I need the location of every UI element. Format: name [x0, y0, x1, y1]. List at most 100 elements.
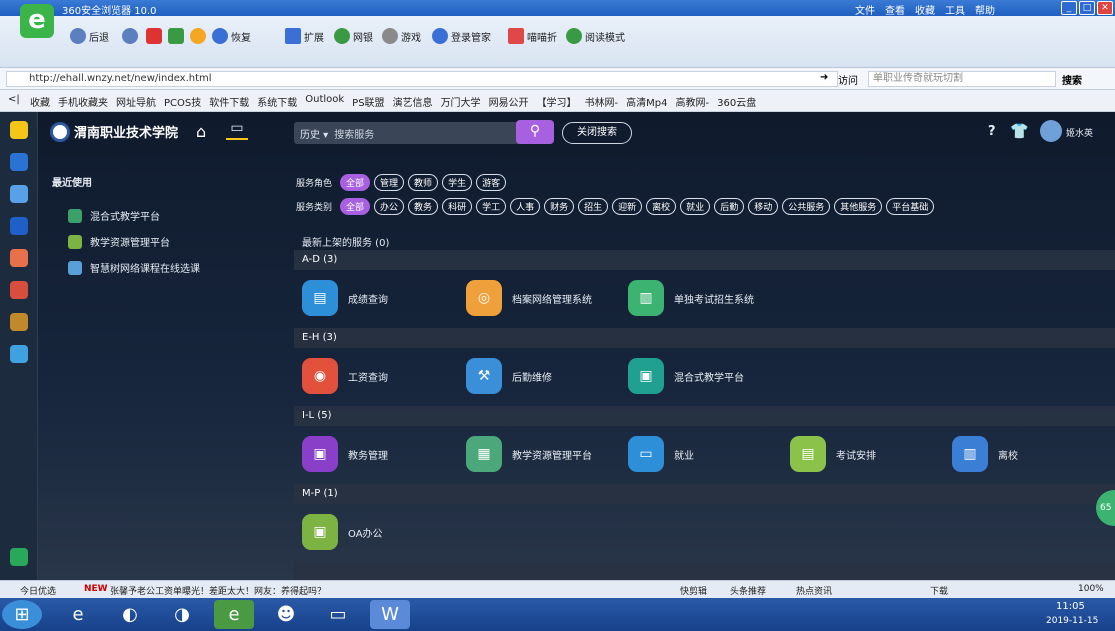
chrome-icon[interactable]: ◐ — [110, 600, 150, 629]
category-chip[interactable]: 公共服务 — [782, 198, 831, 215]
ie-icon[interactable]: e — [58, 600, 98, 629]
desktop-icon[interactable]: ▭ — [226, 120, 248, 140]
game-button[interactable]: 游戏 — [382, 28, 421, 44]
browser-360-icon[interactable]: e — [214, 600, 254, 629]
maximize-button[interactable]: □ — [1079, 1, 1095, 15]
role-chip[interactable]: 学生 — [442, 174, 473, 191]
service-item[interactable]: ◉ 工资查询 — [302, 358, 388, 394]
favorite-item[interactable]: PCOS技 — [164, 94, 201, 109]
restore-button[interactable]: 恢复 — [212, 28, 251, 44]
service-item[interactable]: ⚒ 后勤维修 — [466, 358, 552, 394]
qq-icon[interactable]: ☻ — [266, 600, 306, 629]
favorite-item[interactable]: PS联盟 — [352, 94, 384, 109]
sidebar-game3-icon[interactable] — [9, 313, 28, 331]
category-chip[interactable]: 后勤 — [714, 198, 745, 215]
sidebar-app-icon[interactable] — [9, 217, 28, 235]
download-button[interactable]: 下载 — [930, 584, 948, 597]
favorite-item[interactable]: 高清Mp4 — [626, 94, 667, 109]
category-chip[interactable]: 平台基础 — [886, 198, 935, 215]
category-chip[interactable]: 迎新 — [612, 198, 643, 215]
stop-button[interactable] — [146, 28, 162, 44]
recent-item[interactable]: 混合式教学平台 — [68, 208, 160, 223]
favorite-item[interactable]: 书林网- — [585, 94, 619, 109]
service-item[interactable]: ▣ OA办公 — [302, 514, 383, 550]
hot-news[interactable]: 热点资讯 — [796, 584, 832, 597]
menu-file[interactable]: 文件 — [855, 2, 875, 16]
discount-button[interactable]: 喵喵折 — [508, 28, 557, 44]
favorite-item[interactable]: 网易公开 — [489, 94, 529, 109]
bank-button[interactable]: 网银 — [334, 28, 373, 44]
favorite-item[interactable]: 演艺信息 — [393, 94, 433, 109]
home-button[interactable] — [190, 28, 206, 44]
service-item[interactable]: ▤ 成绩查询 — [302, 280, 388, 316]
home-icon[interactable]: ⌂ — [196, 122, 206, 141]
start-button[interactable]: ⊞ — [2, 600, 42, 629]
close-search-button[interactable]: 关闭搜索 — [562, 122, 632, 144]
sidebar-star-icon[interactable] — [9, 121, 28, 139]
visit-button[interactable]: 访问 — [838, 72, 858, 87]
user-name[interactable]: 姬水英 — [1066, 126, 1093, 139]
favorite-item[interactable]: 软件下载 — [209, 94, 249, 109]
sidebar-game2-icon[interactable] — [9, 281, 28, 299]
role-chip[interactable]: 管理 — [374, 174, 405, 191]
word-icon[interactable]: W — [370, 600, 410, 629]
service-item[interactable]: ▣ 教务管理 — [302, 436, 388, 472]
menu-view[interactable]: 查看 — [885, 2, 905, 16]
category-chip[interactable]: 全部 — [340, 198, 371, 215]
service-item[interactable]: ▥ 离校 — [952, 436, 1018, 472]
help-icon[interactable]: ? — [988, 124, 996, 139]
reader-mode-button[interactable]: 阅读模式 — [566, 28, 625, 44]
extension-button[interactable]: 扩展 — [285, 28, 324, 44]
favorite-item[interactable]: 万门大学 — [441, 94, 481, 109]
favorite-item[interactable]: 【学习】 — [537, 94, 577, 109]
today-picks[interactable]: 今日优选 — [20, 584, 56, 597]
sidebar-doc-icon[interactable] — [9, 185, 28, 203]
minimize-button[interactable]: _ — [1061, 1, 1077, 15]
favorite-item[interactable]: 网址导航 — [116, 94, 156, 109]
favorites-left-arrow-icon[interactable]: <| — [8, 94, 20, 105]
recent-item[interactable]: 教学资源管理平台 — [68, 234, 170, 249]
category-chip[interactable]: 就业 — [680, 198, 711, 215]
service-item[interactable]: ▦ 教学资源管理平台 — [466, 436, 592, 472]
folder-icon[interactable]: ▭ — [318, 600, 358, 629]
service-item[interactable]: ▣ 混合式教学平台 — [628, 358, 744, 394]
theme-icon[interactable]: 👕 — [1010, 122, 1029, 140]
service-item[interactable]: ▭ 就业 — [628, 436, 694, 472]
category-chip[interactable]: 离校 — [646, 198, 677, 215]
browser-search-input[interactable]: 单职业传奇就玩切割 — [868, 71, 1056, 87]
forward-button[interactable] — [122, 28, 138, 44]
service-item[interactable]: ▤ 考试安排 — [790, 436, 876, 472]
category-chip[interactable]: 教务 — [408, 198, 439, 215]
favorite-item[interactable]: Outlook — [305, 94, 344, 109]
favorite-item[interactable]: 360云盘 — [717, 94, 756, 109]
category-chip[interactable]: 其他服务 — [834, 198, 883, 215]
avatar[interactable] — [1040, 120, 1062, 142]
quick-clip[interactable]: 快剪辑 — [680, 584, 707, 597]
service-search-input[interactable]: 搜索服务 — [334, 126, 374, 141]
category-chip[interactable]: 财务 — [544, 198, 575, 215]
menu-help[interactable]: 帮助 — [975, 2, 995, 16]
menu-favorites[interactable]: 收藏 — [915, 2, 935, 16]
news-ticker[interactable]: 张馨予老公工资单曝光！差距太大！网友：养得起吗？ — [110, 584, 326, 597]
service-item[interactable]: ◎ 档案网络管理系统 — [466, 280, 592, 316]
sidebar-add-icon[interactable] — [10, 548, 28, 566]
sidebar-news-icon[interactable] — [9, 153, 28, 171]
history-dropdown[interactable]: 历史 ▾ — [294, 126, 334, 141]
login-manager-button[interactable]: 登录管家 — [432, 28, 491, 44]
role-chip[interactable]: 教师 — [408, 174, 439, 191]
menu-tools[interactable]: 工具 — [945, 2, 965, 16]
browser-search-button[interactable]: 搜索 — [1062, 72, 1082, 87]
favorite-item[interactable]: 高教网- — [676, 94, 710, 109]
sidebar-game-icon[interactable] — [9, 249, 28, 267]
back-button[interactable]: 后退 — [70, 28, 109, 44]
category-chip[interactable]: 学工 — [476, 198, 507, 215]
category-chip[interactable]: 人事 — [510, 198, 541, 215]
category-chip[interactable]: 科研 — [442, 198, 473, 215]
recent-item[interactable]: 智慧树网络课程在线选课 — [68, 260, 200, 275]
headline-recommend[interactable]: 头条推荐 — [730, 584, 766, 597]
category-chip[interactable]: 招生 — [578, 198, 609, 215]
close-button[interactable]: ✕ — [1097, 1, 1113, 15]
service-item[interactable]: ▥ 单独考试招生系统 — [628, 280, 754, 316]
favorite-item[interactable]: 收藏 — [30, 94, 50, 109]
category-chip[interactable]: 办公 — [374, 198, 405, 215]
